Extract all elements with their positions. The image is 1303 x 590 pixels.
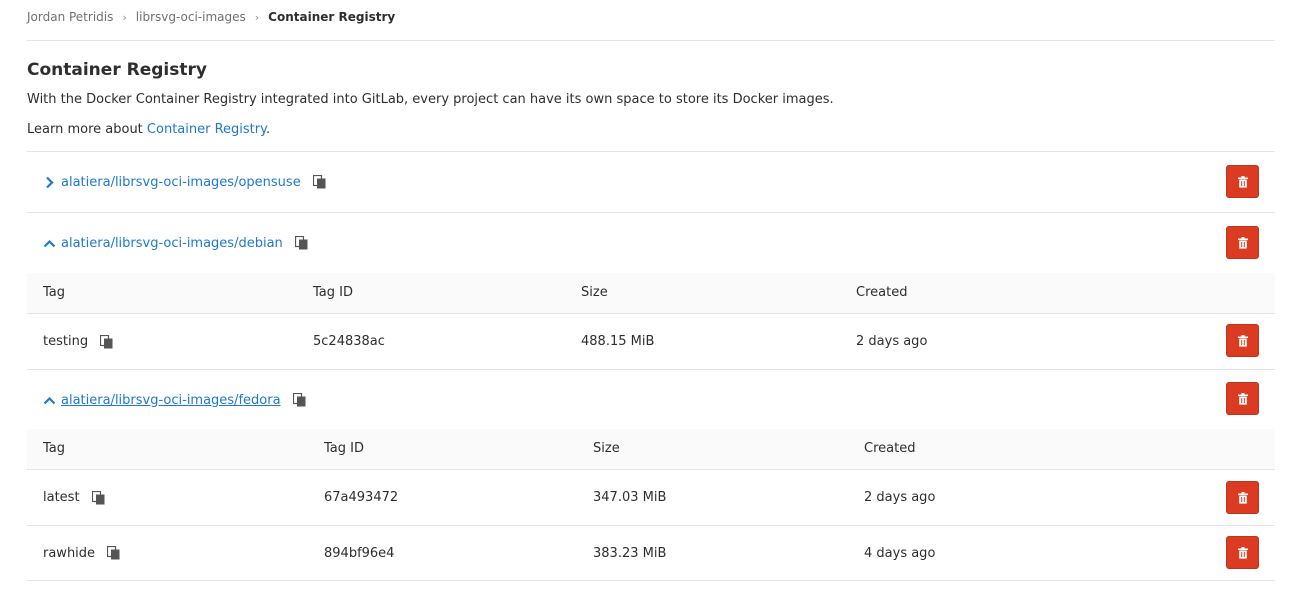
copy-to-clipboard-icon[interactable] [91, 490, 105, 505]
copy-to-clipboard-icon[interactable] [294, 236, 308, 250]
tag-id: 67a493472 [324, 490, 399, 505]
delete-repository-button[interactable] [1226, 226, 1259, 259]
copy-to-clipboard-icon[interactable] [107, 546, 120, 560]
tag-cell: latest [43, 470, 105, 525]
tag-size: 347.03 MiB [593, 490, 667, 505]
breadcrumb-separator-icon: › [254, 10, 260, 24]
container-registry-docs-link[interactable]: Container Registry [147, 122, 266, 137]
repository-name: alatiera/librsvg-oci-images/opensuse [61, 174, 301, 190]
learn-more-suffix: . [265, 122, 271, 137]
column-header-tag-id: Tag ID [313, 285, 353, 300]
copy-to-clipboard-icon[interactable] [292, 393, 306, 407]
tag-cell: rawhide [43, 526, 120, 580]
trash-icon [1237, 546, 1248, 559]
copy-to-clipboard-icon[interactable] [100, 334, 113, 349]
chevron-right-icon [43, 176, 56, 189]
tag-size: 488.15 MiB [581, 334, 655, 349]
trash-icon [1237, 491, 1248, 504]
breadcrumb: Jordan Petridis › librsvg-oci-images › C… [27, 9, 395, 25]
column-header-tag: Tag [43, 285, 66, 300]
tag-name: rawhide [43, 545, 96, 561]
copy-to-clipboard-icon[interactable] [312, 175, 326, 189]
delete-repository-button[interactable] [1226, 382, 1259, 415]
trash-icon [1237, 236, 1248, 249]
repository-toggle-debian[interactable]: alatiera/librsvg-oci-images/debian [43, 213, 308, 273]
tag-name: latest [43, 490, 80, 505]
header-divider [27, 40, 1275, 41]
tag-name: testing [43, 334, 89, 349]
table-row: rawhide 894bf96e4 383.23 MiB 4 days ago [27, 526, 1275, 580]
repository-fedora: alatiera/librsvg-oci-images/fedora [27, 370, 1275, 430]
divider [27, 580, 1275, 581]
tag-id: 894bf96e4 [324, 545, 395, 561]
repository-toggle-fedora[interactable]: alatiera/librsvg-oci-images/fedora [43, 370, 306, 430]
breadcrumb-item-project[interactable]: librsvg-oci-images [136, 10, 246, 24]
chevron-up-icon [43, 237, 56, 250]
delete-tag-button[interactable] [1226, 324, 1259, 357]
learn-more-prefix: Learn more about [27, 122, 147, 137]
repository-toggle-opensuse[interactable]: alatiera/librsvg-oci-images/opensuse [43, 152, 326, 212]
delete-tag-button[interactable] [1226, 536, 1259, 569]
column-header-tag: Tag [43, 441, 66, 456]
column-header-size: Size [593, 441, 620, 456]
column-header-created: Created [864, 441, 916, 456]
trash-icon [1237, 175, 1248, 188]
column-header-tag-id: Tag ID [324, 441, 364, 456]
repository-opensuse: alatiera/librsvg-oci-images/opensuse [27, 152, 1275, 212]
repository-name: alatiera/librsvg-oci-images/fedora [61, 392, 281, 408]
trash-icon [1237, 334, 1248, 347]
delete-repository-button[interactable] [1226, 165, 1259, 198]
breadcrumb-separator-icon: › [122, 10, 127, 24]
repository-name: alatiera/librsvg-oci-images/debian [61, 235, 283, 251]
tag-cell: testing [43, 314, 113, 369]
column-header-size: Size [581, 285, 608, 300]
page-title: Container Registry [27, 60, 207, 80]
learn-more-text: Learn more about Container Registry. [27, 122, 270, 137]
tag-id: 5c24838ac [313, 334, 385, 349]
breadcrumb-item-user[interactable]: Jordan Petridis [27, 10, 113, 24]
tags-table-header: Tag Tag ID Size Created [27, 429, 1275, 469]
repository-debian: alatiera/librsvg-oci-images/debian [27, 213, 1275, 273]
tag-created: 2 days ago [864, 490, 936, 505]
table-row: testing 5c24838ac 488.15 MiB 2 days ago [27, 314, 1275, 369]
tag-size: 383.23 MiB [593, 545, 667, 561]
chevron-up-icon [43, 394, 56, 407]
tag-created: 2 days ago [856, 334, 928, 349]
page-intro: With the Docker Container Registry integ… [27, 92, 834, 107]
table-row: latest 67a493472 347.03 MiB 2 days ago [27, 470, 1275, 525]
tags-table-header: Tag Tag ID Size Created [27, 273, 1275, 313]
column-header-created: Created [856, 285, 908, 300]
delete-tag-button[interactable] [1226, 481, 1259, 514]
trash-icon [1237, 392, 1248, 405]
tag-created: 4 days ago [864, 545, 936, 561]
breadcrumb-item-current[interactable]: Container Registry [268, 10, 395, 24]
